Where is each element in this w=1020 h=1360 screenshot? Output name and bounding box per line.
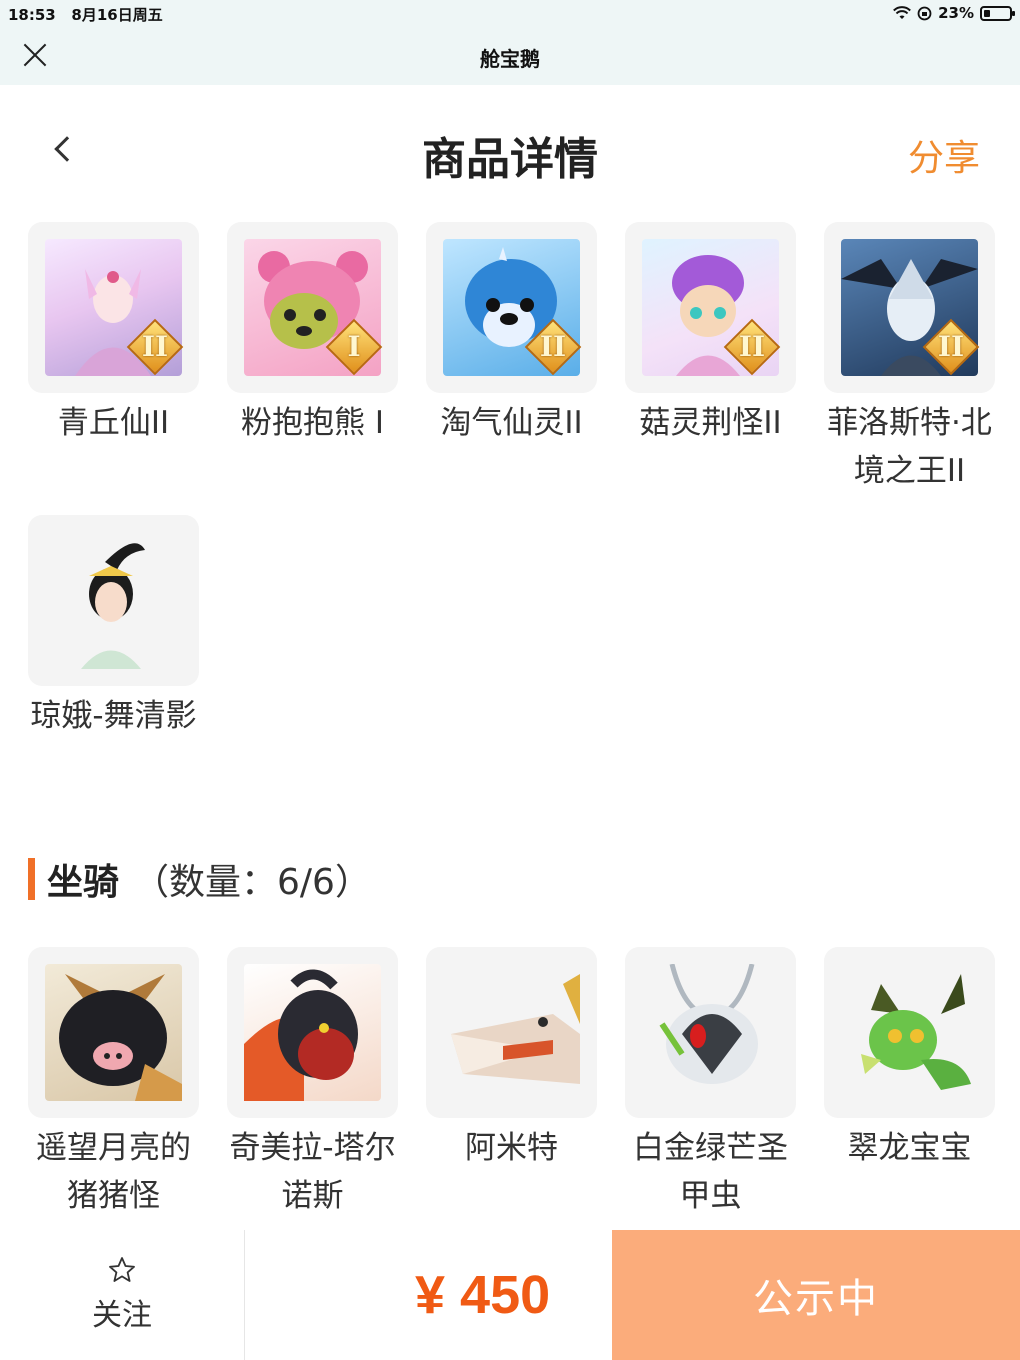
status-bar: 18:53 8月16日周五 23% xyxy=(0,0,1020,28)
character-name: 菇灵荆怪II xyxy=(639,405,782,441)
follow-label: 关注 xyxy=(92,1298,152,1333)
character-item[interactable]: II 菲洛斯特·北境之王II xyxy=(824,222,995,495)
character-name: 菲洛斯特·北境之王II xyxy=(827,405,992,489)
follow-button[interactable]: 关注 xyxy=(0,1230,244,1360)
publicity-status-button[interactable]: 公示中 xyxy=(612,1230,1020,1360)
character-thumbnail: I xyxy=(227,222,398,393)
mount-section-header: 坐骑 （数量：6/6） xyxy=(28,855,371,903)
mount-thumbnail xyxy=(28,947,199,1118)
character-thumbnail: II xyxy=(28,222,199,393)
mount-name: 奇美拉-塔尔诺斯 xyxy=(229,1130,396,1214)
mount-item[interactable]: 翠龙宝宝 xyxy=(824,947,995,1220)
pig-portrait xyxy=(45,964,182,1101)
rank-badge-icon: II xyxy=(922,318,980,376)
character-grid: II 青丘仙II I 粉抱抱熊 I II 淘气仙灵II II 菇灵荆怪II II… xyxy=(28,222,998,740)
share-button[interactable]: 分享 xyxy=(908,129,980,181)
green-dragon-portrait xyxy=(841,964,978,1101)
dancer-portrait xyxy=(45,532,182,669)
crocodile-portrait xyxy=(443,964,580,1101)
character-thumbnail: II xyxy=(824,222,995,393)
mount-thumbnail xyxy=(227,947,398,1118)
rank-badge-icon: II xyxy=(126,318,184,376)
divider xyxy=(244,1230,245,1360)
mount-item[interactable]: 遥望月亮的猪猪怪 xyxy=(28,947,199,1220)
character-thumbnail: II xyxy=(426,222,597,393)
mount-item[interactable]: 白金绿芒圣甲虫 xyxy=(625,947,796,1220)
wifi-icon xyxy=(893,6,912,19)
mount-item[interactable]: 阿米特 xyxy=(426,947,597,1220)
app-title-bar: 舱宝鹅 xyxy=(0,28,1020,85)
mount-thumbnail xyxy=(625,947,796,1118)
page-title: 商品详情 xyxy=(422,134,598,185)
mount-name: 白金绿芒圣甲虫 xyxy=(633,1130,788,1214)
price-label: ¥ 450 xyxy=(415,1265,551,1325)
mount-name: 阿米特 xyxy=(465,1130,558,1166)
page-header: 商品详情 分享 xyxy=(0,85,1020,215)
section-accent-bar xyxy=(28,858,35,900)
character-item[interactable]: I 粉抱抱熊 I xyxy=(227,222,398,495)
battery-percent: 23% xyxy=(938,4,974,22)
battery-icon xyxy=(980,5,1015,21)
mount-name: 翠龙宝宝 xyxy=(847,1130,972,1166)
rank-badge-icon: II xyxy=(524,318,582,376)
mount-thumbnail xyxy=(426,947,597,1118)
mount-name: 遥望月亮的猪猪怪 xyxy=(36,1130,191,1214)
mount-thumbnail xyxy=(824,947,995,1118)
rank-badge-icon: II xyxy=(723,318,781,376)
status-indicators: 23% xyxy=(893,4,1015,22)
status-date: 8月16日周五 xyxy=(71,6,163,24)
star-icon xyxy=(109,1257,135,1282)
character-name: 淘气仙灵II xyxy=(440,405,583,441)
character-name: 粉抱抱熊 I xyxy=(241,405,384,441)
section-count: （数量：6/6） xyxy=(133,862,371,903)
mount-item[interactable]: 奇美拉-塔尔诺斯 xyxy=(227,947,398,1220)
character-item[interactable]: II 青丘仙II xyxy=(28,222,199,495)
chimera-portrait xyxy=(244,964,381,1101)
app-title: 舱宝鹅 xyxy=(480,47,540,71)
mount-grid: 遥望月亮的猪猪怪 奇美拉-塔尔诺斯 阿米特 白金绿芒圣甲虫 翠龙宝宝 xyxy=(28,947,998,1220)
character-item[interactable]: 琼娥-舞清影 xyxy=(28,515,199,740)
character-name: 青丘仙II xyxy=(57,405,170,441)
character-thumbnail xyxy=(28,515,199,686)
character-item[interactable]: II 菇灵荆怪II xyxy=(625,222,796,495)
character-item[interactable]: II 淘气仙灵II xyxy=(426,222,597,495)
character-thumbnail: II xyxy=(625,222,796,393)
orientation-lock-icon xyxy=(917,6,932,20)
section-title: 坐骑 xyxy=(47,862,120,903)
beetle-portrait xyxy=(642,963,779,1101)
status-time: 18:53 8月16日周五 xyxy=(8,6,163,24)
character-name: 琼娥-舞清影 xyxy=(30,698,197,734)
bottom-action-bar: 关注 ¥ 450 公示中 xyxy=(0,1230,1020,1360)
rank-badge-icon: I xyxy=(325,318,383,376)
